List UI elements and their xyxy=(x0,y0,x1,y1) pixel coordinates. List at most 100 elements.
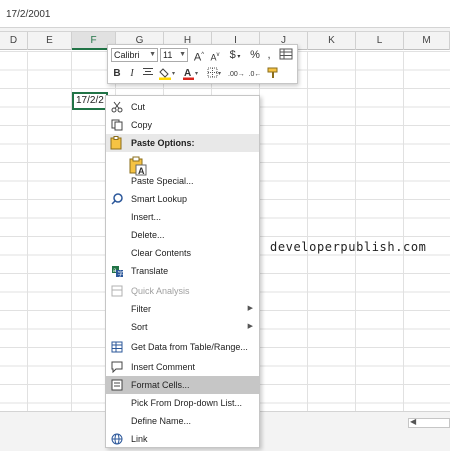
comma-icon: , xyxy=(267,49,271,61)
formula-bar-value[interactable]: 17/2/2001 xyxy=(6,9,51,20)
fill-color-button[interactable]: ▾ xyxy=(158,67,178,81)
copy-icon xyxy=(110,118,124,132)
menu-item-quick-analysis: Quick Analysis xyxy=(106,282,259,300)
clipboard-icon xyxy=(110,136,122,153)
menu-item-link[interactable]: Link xyxy=(106,430,259,448)
borders-button[interactable]: ▾ xyxy=(206,67,224,81)
comment-icon xyxy=(110,360,124,374)
shrink-font-button[interactable]: Av xyxy=(208,48,222,62)
menu-item-label: Filter xyxy=(131,304,151,314)
svg-text:A: A xyxy=(184,68,191,79)
percent-icon: % xyxy=(250,49,260,61)
grid-line xyxy=(355,51,356,411)
format-painter-table-button[interactable] xyxy=(278,48,294,62)
format-cells-icon xyxy=(110,378,124,392)
menu-item-label: Clear Contents xyxy=(131,248,192,258)
menu-item-label: Get Data from Table/Range... xyxy=(131,342,248,352)
format-painter-icon xyxy=(267,67,278,78)
column-header-e[interactable]: E xyxy=(28,32,72,50)
comma-style-button[interactable]: , xyxy=(264,48,274,62)
paste-options-header: Paste Options: xyxy=(106,134,259,152)
align-center-button[interactable] xyxy=(141,67,155,81)
menu-item-smart-lookup[interactable]: Smart Lookup xyxy=(106,190,259,208)
menu-item-filter[interactable]: Filter ▶ xyxy=(106,300,259,318)
font-size-box[interactable]: 11 ▼ xyxy=(160,48,188,62)
menu-item-insert[interactable]: Insert... xyxy=(106,208,259,226)
context-menu: Cut Copy Paste Options: A Paste Special.… xyxy=(105,95,260,448)
table-icon xyxy=(110,340,124,354)
column-header-l[interactable]: L xyxy=(356,32,404,50)
scroll-left-icon[interactable]: ◀ xyxy=(410,417,416,426)
column-header-k[interactable]: K xyxy=(308,32,356,50)
menu-item-label: Delete... xyxy=(131,230,165,240)
menu-item-label: Sort xyxy=(131,322,148,332)
menu-item-pick-dropdown[interactable]: Pick From Drop-down List... xyxy=(106,394,259,412)
font-color-button[interactable]: A ▾ xyxy=(182,67,202,81)
borders-icon: ▾ xyxy=(207,67,221,78)
scissors-icon xyxy=(110,100,124,114)
menu-item-label: Insert... xyxy=(131,212,162,222)
svg-text:▾: ▾ xyxy=(195,71,198,77)
decrease-decimal-button[interactable]: .0← xyxy=(247,67,263,81)
decrease-decimal-icon: .0← xyxy=(248,71,262,78)
grid-line xyxy=(27,51,28,411)
menu-item-cut[interactable]: Cut xyxy=(106,98,259,116)
menu-item-label: Paste Special... xyxy=(131,176,194,186)
chevron-down-icon[interactable]: ▼ xyxy=(149,49,156,61)
column-header-d[interactable]: D xyxy=(0,32,28,50)
menu-item-sort[interactable]: Sort ▶ xyxy=(106,318,259,336)
menu-item-insert-comment[interactable]: Insert Comment xyxy=(106,358,259,376)
mini-toolbar: Calibri ▼ 11 ▼ A^ Av $ ▾ % , B I ▾ A ▾ ▾… xyxy=(107,44,298,84)
menu-item-format-cells[interactable]: Format Cells... xyxy=(106,376,259,394)
font-name-value: Calibri xyxy=(114,50,140,60)
menu-item-label: Link xyxy=(131,434,148,444)
increase-decimal-button[interactable]: .00→ xyxy=(228,67,245,81)
svg-text:字: 字 xyxy=(117,270,123,278)
menu-item-label: Translate xyxy=(131,266,169,276)
menu-item-get-data[interactable]: Get Data from Table/Range... xyxy=(106,338,259,356)
font-color-icon: A ▾ xyxy=(183,68,198,80)
currency-format-button[interactable]: $ ▾ xyxy=(226,48,244,62)
menu-item-label: Pick From Drop-down List... xyxy=(131,398,243,408)
increase-decimal-icon: .00→ xyxy=(228,71,245,78)
smart-lookup-icon xyxy=(110,192,124,206)
menu-item-label: Paste Options: xyxy=(131,138,195,148)
menu-item-copy[interactable]: Copy xyxy=(106,116,259,134)
font-size-value: 11 xyxy=(163,50,173,60)
formula-bar[interactable]: 17/2/2001 xyxy=(0,0,450,28)
link-icon xyxy=(110,432,124,446)
percent-style-button[interactable]: % xyxy=(248,48,262,62)
menu-item-label: Copy xyxy=(131,120,153,130)
menu-item-clear-contents[interactable]: Clear Contents xyxy=(106,244,259,262)
menu-item-label: Format Cells... xyxy=(131,380,190,390)
svg-text:▾: ▾ xyxy=(218,71,221,77)
translate-icon: a字 xyxy=(110,264,124,278)
bold-button[interactable]: B xyxy=(111,67,123,81)
menu-item-label: Cut xyxy=(131,102,146,112)
grid-line xyxy=(403,51,404,411)
align-center-icon xyxy=(143,68,153,75)
menu-item-paste-special[interactable]: Paste Special... xyxy=(106,172,259,190)
format-painter-button[interactable] xyxy=(266,67,282,81)
menu-item-label: Quick Analysis xyxy=(131,286,190,296)
paint-bucket-icon: ▾ xyxy=(159,68,175,80)
chevron-down-icon[interactable]: ▼ xyxy=(179,49,186,61)
grow-font-button[interactable]: A^ xyxy=(192,48,206,63)
menu-item-label: Smart Lookup xyxy=(131,194,188,204)
grid-line xyxy=(307,51,308,411)
menu-item-translate[interactable]: a字 Translate xyxy=(106,262,259,280)
menu-item-define-name[interactable]: Define Name... xyxy=(106,412,259,430)
menu-item-label: Define Name... xyxy=(131,416,192,426)
column-header-m[interactable]: M xyxy=(404,32,450,50)
italic-button[interactable]: I xyxy=(126,67,138,81)
menu-item-label: Insert Comment xyxy=(131,362,196,372)
watermark-text: developerpublish.com xyxy=(270,240,427,254)
quick-analysis-icon xyxy=(110,284,124,298)
active-cell[interactable]: 17/2/2 xyxy=(72,92,108,110)
menu-item-delete[interactable]: Delete... xyxy=(106,226,259,244)
svg-text:▾: ▾ xyxy=(172,71,175,77)
submenu-arrow-icon: ▶ xyxy=(247,305,253,312)
font-name-box[interactable]: Calibri ▼ xyxy=(111,48,158,62)
table-format-icon xyxy=(279,48,293,60)
horizontal-scrollbar[interactable]: ◀ xyxy=(408,417,450,428)
